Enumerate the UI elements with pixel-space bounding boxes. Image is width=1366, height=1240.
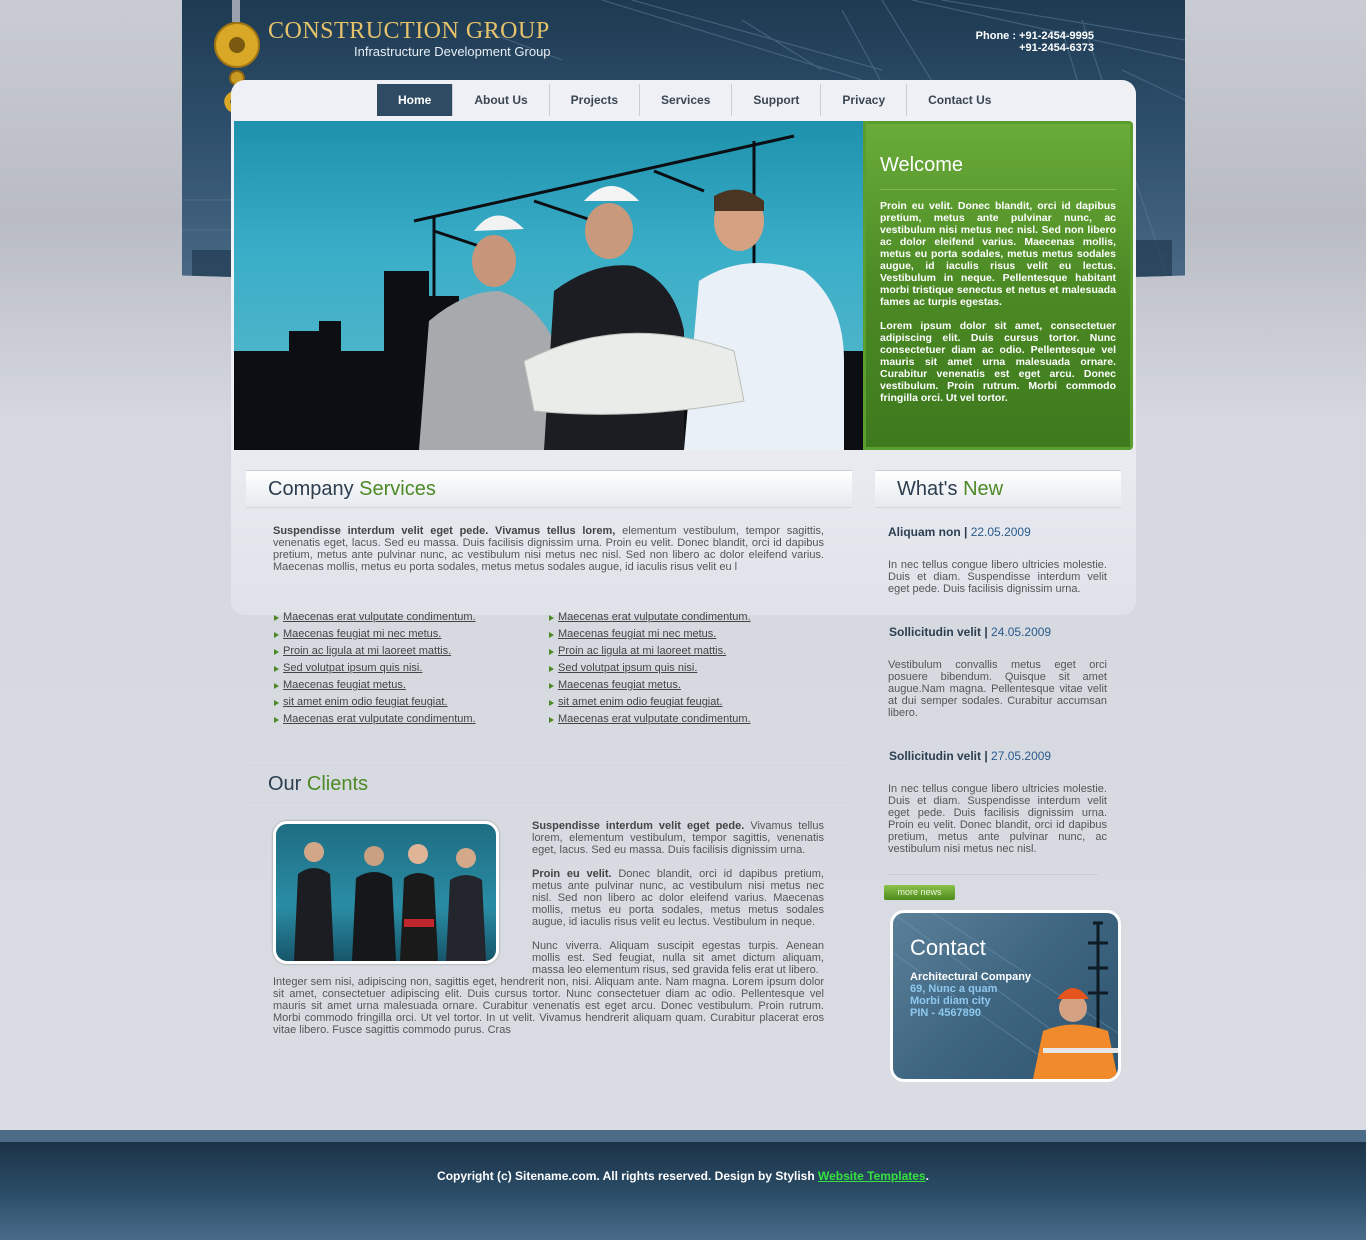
service-link-label[interactable]: Maecenas feugiat metus. bbox=[283, 679, 406, 691]
service-link[interactable]: Maecenas erat vulputate condimentum. bbox=[273, 609, 533, 626]
service-link-label[interactable]: Proin ac ligula at mi laoreet mattis. bbox=[283, 645, 451, 657]
service-link[interactable]: Maecenas feugiat mi nec metus. bbox=[273, 626, 533, 643]
service-link[interactable]: Maecenas erat vulputate condimentum. bbox=[548, 711, 818, 728]
service-link[interactable]: Maecenas erat vulputate condimentum. bbox=[273, 711, 533, 728]
news-date: 27.05.2009 bbox=[991, 749, 1052, 763]
contact-line-1: 69, Nunc a quam bbox=[910, 983, 998, 995]
service-link-label[interactable]: Maecenas erat vulputate condimentum. bbox=[558, 713, 751, 725]
footer-copyright: Copyright (c) Sitename.com. All rights r… bbox=[437, 1169, 819, 1183]
services-intro-bold: Suspendisse interdum velit eget pede. Vi… bbox=[273, 525, 616, 537]
nav-support[interactable]: Support bbox=[732, 84, 822, 116]
service-link[interactable]: Maecenas feugiat metus. bbox=[548, 677, 818, 694]
services-heading-part-2: Services bbox=[359, 478, 436, 500]
more-news-button[interactable]: more news bbox=[884, 885, 955, 900]
phone-line-1: Phone : +91-2454-9995 bbox=[975, 30, 1094, 42]
service-link[interactable]: Maecenas feugiat mi nec metus. bbox=[548, 626, 818, 643]
service-link-label[interactable]: Proin ac ligula at mi laoreet mattis. bbox=[558, 645, 726, 657]
phone-line-2: +91-2454-6373 bbox=[1019, 42, 1094, 54]
news-item-body: In nec tellus congue libero ultricies mo… bbox=[888, 559, 1107, 595]
news-item-title[interactable]: Aliquam non | 22.05.2009 bbox=[888, 525, 1031, 539]
brand-title: CONSTRUCTION GROUP bbox=[268, 18, 550, 44]
welcome-panel: Welcome Proin eu velit. Donec blandit, o… bbox=[863, 121, 1133, 450]
clients-heading-part-2: Clients bbox=[306, 773, 369, 795]
service-link-label[interactable]: Maecenas erat vulputate condimentum. bbox=[283, 713, 476, 725]
welcome-paragraph-2: Lorem ipsum dolor sit amet, consectetuer… bbox=[880, 320, 1116, 404]
service-link-label[interactable]: Sed volutpat ipsum quis nisi. bbox=[558, 662, 697, 674]
services-heading-bar: Company Services bbox=[246, 470, 852, 508]
news-title-text[interactable]: Sollicitudin velit bbox=[889, 625, 981, 639]
service-link[interactable]: Maecenas feugiat metus. bbox=[273, 677, 533, 694]
service-link-label[interactable]: Maecenas erat vulputate condimentum. bbox=[283, 611, 476, 623]
service-link[interactable]: sit amet enim odio feugiat feugiat. bbox=[548, 694, 818, 711]
service-link[interactable]: Sed volutpat ipsum quis nisi. bbox=[273, 660, 533, 677]
services-links-left: Maecenas erat vulputate condimentum. Mae… bbox=[273, 609, 533, 728]
contact-address: Architectural Company 69, Nunc a quam Mo… bbox=[910, 971, 1031, 1019]
news-date: 24.05.2009 bbox=[991, 625, 1052, 639]
nav-home[interactable]: Home bbox=[377, 84, 454, 116]
clients-heading-part-1: Our bbox=[268, 773, 307, 795]
clients-paragraph-2: Proin eu velit. Donec blandit, orci id d… bbox=[532, 868, 824, 928]
footer-stripe bbox=[0, 1130, 1366, 1142]
hero-photo-engineers bbox=[234, 134, 863, 450]
contact-line-2: Morbi diam city bbox=[910, 995, 991, 1007]
brand-subtitle: Infrastructure Development Group bbox=[354, 44, 551, 59]
nav-services[interactable]: Services bbox=[640, 84, 733, 116]
clients-heading: Our Clients bbox=[268, 766, 852, 802]
news-item-title[interactable]: Sollicitudin velit | 24.05.2009 bbox=[889, 625, 1051, 639]
nav-contact-us[interactable]: Contact Us bbox=[907, 84, 1012, 116]
welcome-paragraph-1: Proin eu velit. Donec blandit, orci id d… bbox=[880, 200, 1116, 308]
news-title-text[interactable]: Sollicitudin velit bbox=[889, 749, 981, 763]
contact-company: Architectural Company bbox=[910, 971, 1032, 983]
service-link-label[interactable]: Sed volutpat ipsum quis nisi. bbox=[283, 662, 422, 674]
service-link-label[interactable]: Maecenas feugiat mi nec metus. bbox=[558, 628, 716, 640]
service-link[interactable]: Sed volutpat ipsum quis nisi. bbox=[548, 660, 818, 677]
services-heading-part-1: Company bbox=[268, 478, 360, 500]
services-intro: Suspendisse interdum velit eget pede. Vi… bbox=[273, 525, 824, 573]
news-item-title[interactable]: Sollicitudin velit | 27.05.2009 bbox=[889, 749, 1051, 763]
footer-templates-link[interactable]: Website Templates bbox=[818, 1169, 926, 1183]
news-heading-part-1: What's bbox=[897, 478, 964, 500]
service-link[interactable]: Maecenas erat vulputate condimentum. bbox=[548, 609, 818, 626]
service-link-label[interactable]: Maecenas feugiat metus. bbox=[558, 679, 681, 691]
welcome-title: Welcome bbox=[880, 154, 1116, 190]
clients-paragraph-3a: Nunc viverra. Aliquam suscipit egestas t… bbox=[532, 940, 824, 976]
service-link[interactable]: Proin ac ligula at mi laoreet mattis. bbox=[548, 643, 818, 660]
news-divider bbox=[888, 874, 1098, 875]
contact-title: Contact bbox=[910, 935, 986, 960]
clients-paragraph-3b: Integer sem nisi, adipiscing non, sagitt… bbox=[273, 976, 824, 1036]
service-link-label[interactable]: sit amet enim odio feugiat feugiat. bbox=[558, 696, 722, 708]
hero-image bbox=[234, 121, 863, 450]
news-item-body: Vestibulum convallis metus eget orci pos… bbox=[888, 659, 1107, 719]
news-date: 22.05.2009 bbox=[970, 525, 1031, 539]
service-link[interactable]: sit amet enim odio feugiat feugiat. bbox=[273, 694, 533, 711]
clients-group-photo bbox=[294, 842, 486, 961]
news-heading: What's New bbox=[897, 471, 1121, 507]
service-link-label[interactable]: Maecenas feugiat mi nec metus. bbox=[283, 628, 441, 640]
service-link-label[interactable]: sit amet enim odio feugiat feugiat. bbox=[283, 696, 447, 708]
contact-line-3: PIN - 4567890 bbox=[910, 1007, 981, 1019]
clients-p1-bold: Suspendisse interdum velit eget pede. bbox=[532, 820, 745, 832]
news-heading-bar: What's New bbox=[875, 470, 1121, 508]
contact-box: Contact Architectural Company 69, Nunc a… bbox=[890, 910, 1121, 1082]
news-item-body: In nec tellus congue libero ultricies mo… bbox=[888, 783, 1107, 855]
clients-photo bbox=[273, 821, 499, 964]
news-heading-part-2: New bbox=[963, 478, 1004, 500]
main-nav: Home About Us Projects Services Support … bbox=[377, 84, 1012, 116]
services-links-right: Maecenas erat vulputate condimentum. Mae… bbox=[548, 609, 818, 728]
service-link-label[interactable]: Maecenas erat vulputate condimentum. bbox=[558, 611, 751, 623]
clients-paragraph-1: Suspendisse interdum velit eget pede. Vi… bbox=[532, 820, 824, 856]
footer: Copyright (c) Sitename.com. All rights r… bbox=[0, 1142, 1366, 1240]
phone-info: Phone : +91-2454-9995 +91-2454-6373 bbox=[976, 30, 1094, 54]
nav-projects[interactable]: Projects bbox=[550, 84, 641, 116]
services-heading: Company Services bbox=[268, 471, 852, 507]
clients-p2-bold: Proin eu velit. bbox=[532, 868, 612, 880]
clients-heading-bar: Our Clients bbox=[246, 765, 852, 803]
nav-privacy[interactable]: Privacy bbox=[821, 84, 908, 116]
footer-end: . bbox=[925, 1169, 929, 1183]
nav-about-us[interactable]: About Us bbox=[453, 84, 550, 116]
news-title-text[interactable]: Aliquam non bbox=[888, 525, 961, 539]
service-link[interactable]: Proin ac ligula at mi laoreet mattis. bbox=[273, 643, 533, 660]
